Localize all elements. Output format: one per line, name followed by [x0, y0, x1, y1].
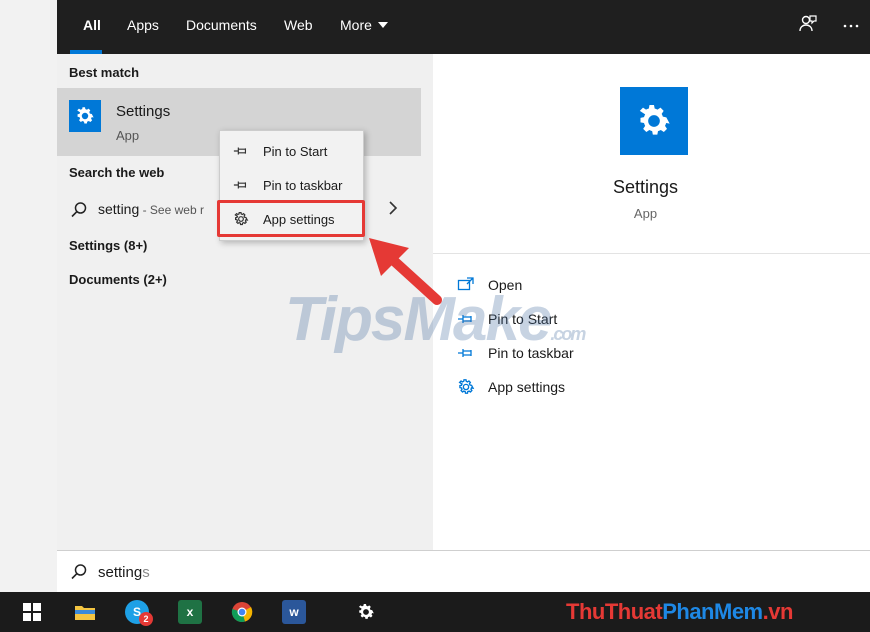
tab-more[interactable]: More — [340, 17, 388, 33]
chevron-right-icon[interactable] — [388, 201, 398, 218]
search-icon — [71, 202, 87, 218]
search-icon — [71, 564, 87, 580]
group-settings[interactable]: Settings (8+) — [69, 238, 147, 253]
word-icon[interactable]: w — [282, 600, 306, 624]
more-options-icon[interactable] — [840, 14, 862, 36]
watermark-suffix: .com — [550, 324, 586, 344]
highlight-box — [217, 200, 365, 237]
windows-start-icon[interactable] — [20, 600, 44, 624]
search-box[interactable]: settings — [57, 550, 870, 592]
brand-part3: .vn — [762, 599, 794, 624]
taskbar: S 2 x w ThuThuatPhanMem.vn — [0, 592, 870, 632]
excel-icon[interactable]: x — [178, 600, 202, 624]
settings-gear-large-icon — [620, 87, 688, 155]
feedback-icon[interactable] — [797, 14, 819, 36]
detail-title: Settings — [612, 177, 679, 197]
action-app-settings-label: App settings — [488, 379, 566, 395]
search-autocomplete: s — [142, 564, 150, 581]
group-documents[interactable]: Documents (2+) — [69, 272, 167, 287]
gear-icon — [458, 379, 475, 394]
brand-watermark: ThuThuatPhanMem.vn — [566, 599, 793, 625]
skype-icon[interactable]: S 2 — [125, 600, 153, 626]
tab-web[interactable]: Web — [284, 17, 313, 33]
chrome-icon[interactable] — [230, 600, 254, 624]
context-pin-taskbar[interactable]: Pin to taskbar — [220, 169, 363, 201]
search-web-label: Search the web — [69, 165, 165, 180]
tab-all[interactable]: All — [83, 17, 101, 33]
settings-taskbar-icon[interactable] — [354, 600, 378, 624]
best-match-title: Settings — [116, 103, 171, 120]
search-input[interactable]: settings — [98, 564, 150, 581]
tab-more-label: More — [340, 17, 372, 33]
tab-documents[interactable]: Documents — [186, 17, 257, 33]
best-match-label: Best match — [69, 65, 140, 80]
detail-subtitle: App — [633, 206, 658, 221]
settings-gear-icon — [69, 100, 101, 132]
file-explorer-icon[interactable] — [73, 600, 97, 624]
context-pin-start[interactable]: Pin to Start — [220, 135, 363, 167]
web-search-hint: - See web r — [139, 203, 204, 217]
web-search-text: setting - See web r — [98, 201, 204, 217]
excel-label: x — [186, 605, 194, 619]
brand-part2: PhanMem — [662, 599, 763, 624]
best-match-subtitle: App — [116, 128, 140, 143]
chevron-down-icon — [377, 22, 388, 28]
desktop-background — [0, 0, 57, 592]
pin-icon — [233, 181, 247, 189]
watermark: TipsMake.com — [285, 284, 586, 355]
detail-divider — [433, 253, 870, 254]
pin-icon — [233, 147, 247, 155]
web-search-query: setting — [98, 201, 140, 217]
search-filter-bar: All Apps Documents Web More — [57, 0, 870, 54]
word-label: w — [289, 605, 299, 619]
context-pin-start-label: Pin to Start — [263, 144, 328, 159]
notification-badge: 2 — [139, 612, 153, 626]
context-pin-taskbar-label: Pin to taskbar — [263, 178, 343, 193]
tab-apps[interactable]: Apps — [127, 17, 159, 33]
watermark-main: TipsMake — [285, 285, 552, 354]
search-typed-text: setting — [98, 564, 143, 581]
brand-part1: ThuThuat — [566, 599, 663, 624]
